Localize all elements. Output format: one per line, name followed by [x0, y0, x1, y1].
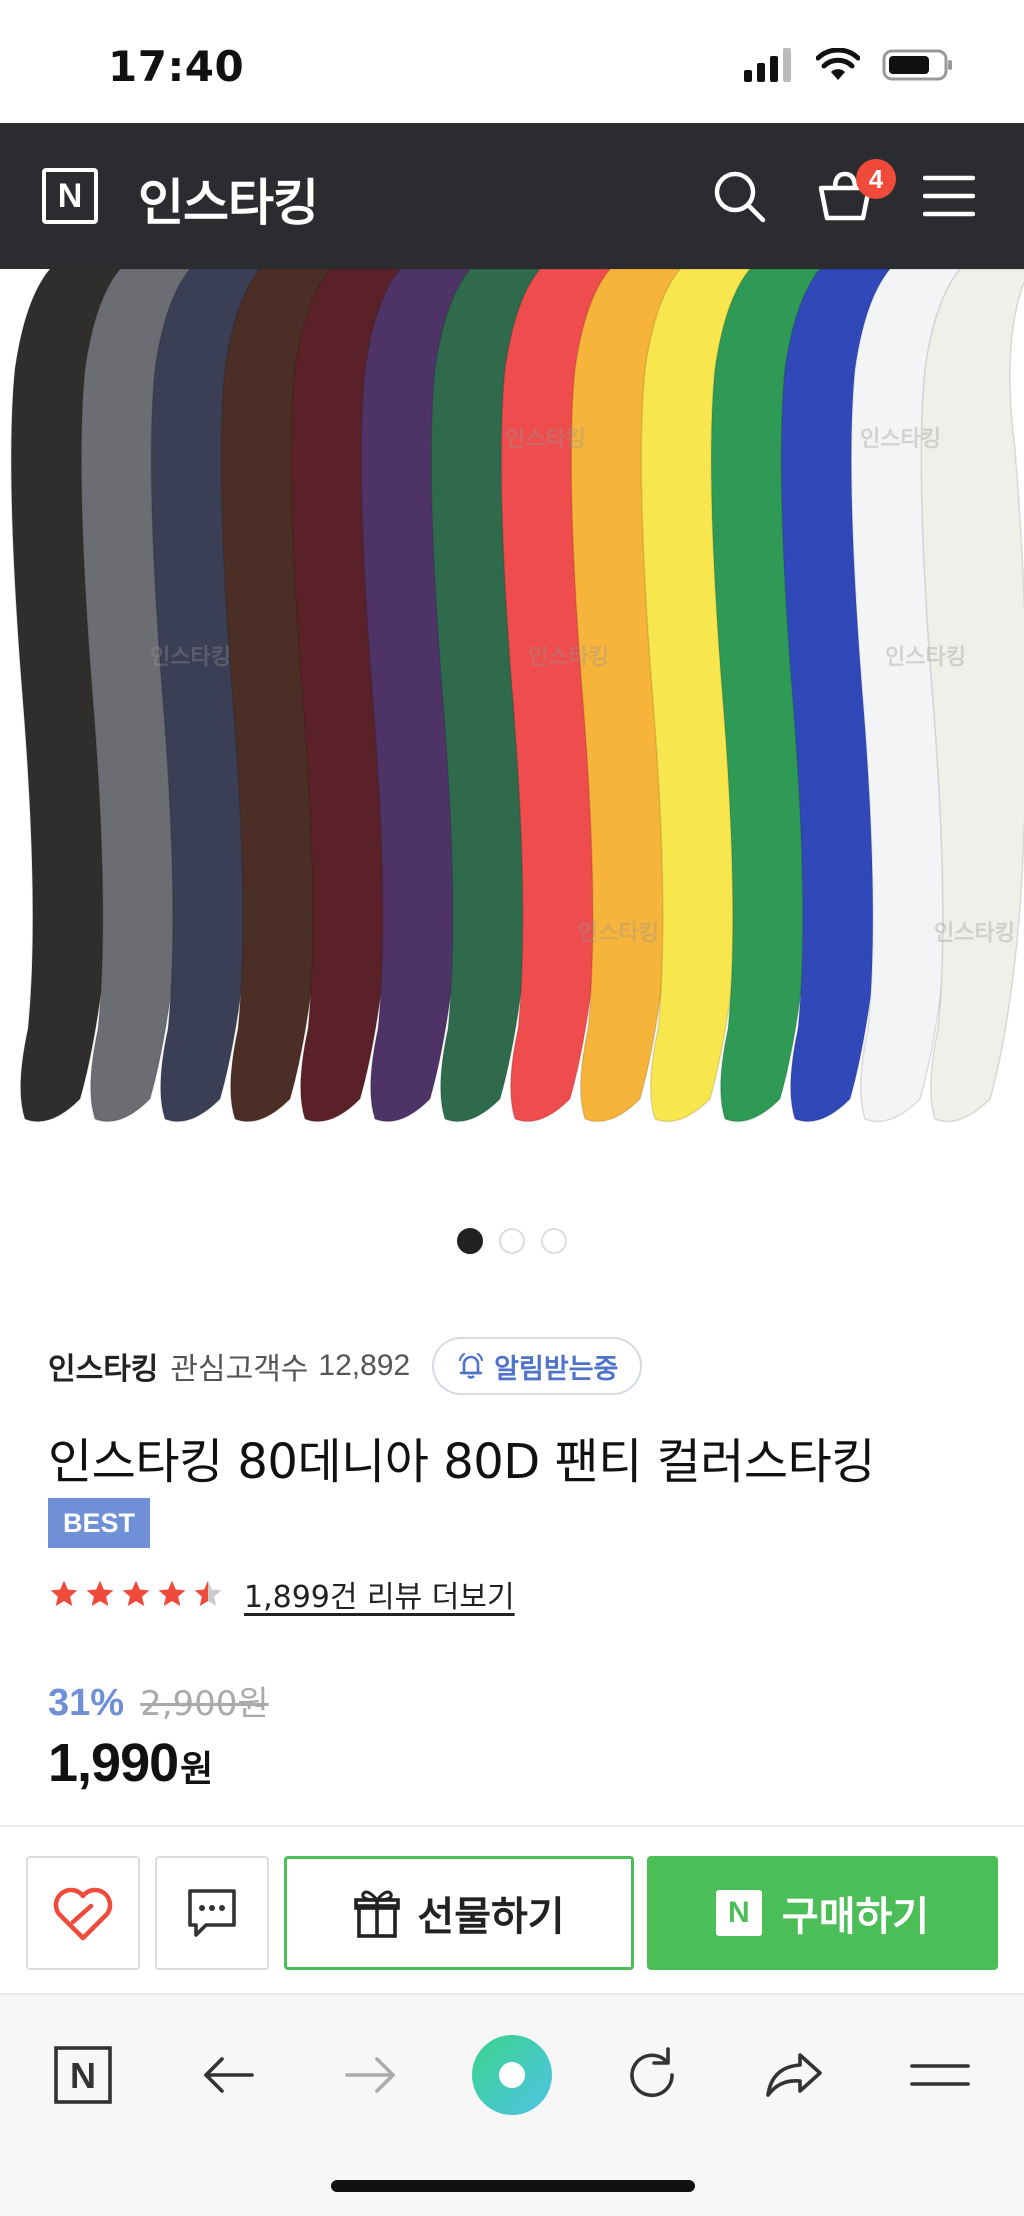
search-button[interactable] — [706, 163, 772, 229]
store-title[interactable]: 인스타킹 — [138, 163, 319, 235]
buy-label: 구매하기 — [781, 1894, 930, 1940]
star-icon — [194, 1580, 222, 1606]
discount-row: 31% 2,900원 — [48, 1676, 269, 1725]
home-indicator — [331, 2180, 695, 2192]
pager-dot[interactable] — [541, 1228, 567, 1254]
image-pager — [0, 1228, 1024, 1254]
sale-price: 1,990 — [48, 1733, 179, 1793]
discount-rate: 31% — [48, 1682, 125, 1724]
svg-text:N: N — [70, 2055, 96, 2096]
product-image-carousel[interactable]: 인스타킹 인스타킹 인스타킹 인스타킹 인스타킹 인스타킹 인스타킹 — [0, 269, 1024, 1179]
naver-n-icon: N — [54, 2046, 112, 2104]
star-icon — [50, 1580, 78, 1606]
browser-toolbar: N — [0, 1995, 1024, 2216]
image-watermark: 인스타킹 — [505, 427, 586, 452]
store-header: N 인스타킹 4 — [0, 123, 1024, 269]
menu-lines-icon — [910, 2064, 970, 2086]
image-watermark: 인스타킹 — [150, 645, 231, 670]
green-dot-icon — [472, 2035, 552, 2115]
naver-pay-icon: N — [715, 1890, 762, 1936]
image-watermark: 인스타킹 — [578, 921, 659, 946]
heart-icon — [53, 1887, 113, 1941]
search-icon — [714, 171, 766, 223]
image-watermark: 인스타킹 — [885, 645, 966, 670]
notify-label: 알림받는중 — [494, 1353, 619, 1385]
price-row: 1,990 원 — [48, 1732, 213, 1794]
purchase-action-bar: 선물하기 N 구매하기 — [0, 1825, 1024, 1995]
reload-button[interactable] — [607, 2030, 697, 2120]
image-watermark: 인스타킹 — [860, 427, 941, 452]
wishlist-button[interactable] — [26, 1856, 140, 1970]
pager-dot[interactable] — [457, 1228, 483, 1254]
notify-button[interactable]: 알림받는중 — [432, 1337, 643, 1395]
back-button[interactable] — [183, 2030, 273, 2120]
star-icon — [122, 1580, 150, 1606]
chat-button[interactable] — [155, 1856, 269, 1970]
price-unit: 원 — [180, 1749, 214, 1790]
review-link[interactable]: 1,899건 리뷰 더보기 — [244, 1572, 515, 1616]
naver-logo[interactable]: N — [42, 168, 98, 224]
menu-button[interactable] — [916, 163, 982, 229]
forward-button[interactable] — [326, 2030, 416, 2120]
product-title: 인스타킹 80데니아 80D 팬티 컬러스타킹 — [48, 1434, 875, 1490]
star-icon — [158, 1580, 186, 1606]
best-badge: BEST — [48, 1498, 150, 1548]
fans-label: 관심고객수 — [170, 1352, 309, 1387]
star-icon — [86, 1580, 114, 1606]
buy-button[interactable]: N 구매하기 — [647, 1856, 998, 1970]
gift-icon — [354, 1890, 401, 1938]
arrow-right-icon — [345, 2057, 395, 2093]
share-icon — [766, 2053, 822, 2097]
rating-stars — [48, 1578, 224, 1610]
seller-name[interactable]: 인스타킹 — [48, 1344, 158, 1388]
battery-icon — [882, 49, 952, 81]
browser-home-button[interactable]: N — [38, 2030, 128, 2120]
status-bar: 17:40 — [0, 0, 1024, 123]
hamburger-icon — [923, 175, 975, 217]
status-icons — [744, 48, 954, 82]
rating-row: 1,899건 리뷰 더보기 — [48, 1572, 515, 1616]
original-price: 2,900원 — [140, 1684, 269, 1724]
image-watermark: 인스타킹 — [528, 645, 609, 670]
reload-icon — [630, 2047, 674, 2098]
browser-menu-button[interactable] — [895, 2030, 985, 2120]
fans-count: 12,892 — [318, 1349, 411, 1382]
image-watermark: 인스타킹 — [934, 921, 1015, 946]
stockings-photo — [10, 269, 1024, 1123]
pager-dot[interactable] — [499, 1228, 525, 1254]
cart-count-badge: 4 — [856, 159, 896, 199]
seller-row: 인스타킹 관심고객수 12,892 알림받는중 — [48, 1336, 643, 1396]
chat-icon — [188, 1889, 236, 1937]
share-button[interactable] — [749, 2030, 839, 2120]
wifi-icon — [816, 48, 860, 80]
arrow-left-icon — [204, 2057, 254, 2093]
signal-icon — [744, 48, 791, 82]
cart-button[interactable]: 4 — [812, 159, 896, 229]
bell-icon — [459, 1352, 484, 1379]
gift-button[interactable]: 선물하기 — [284, 1856, 634, 1970]
gift-label: 선물하기 — [417, 1894, 565, 1940]
green-dot-button[interactable] — [467, 2030, 557, 2120]
status-time: 17:40 — [108, 42, 245, 91]
